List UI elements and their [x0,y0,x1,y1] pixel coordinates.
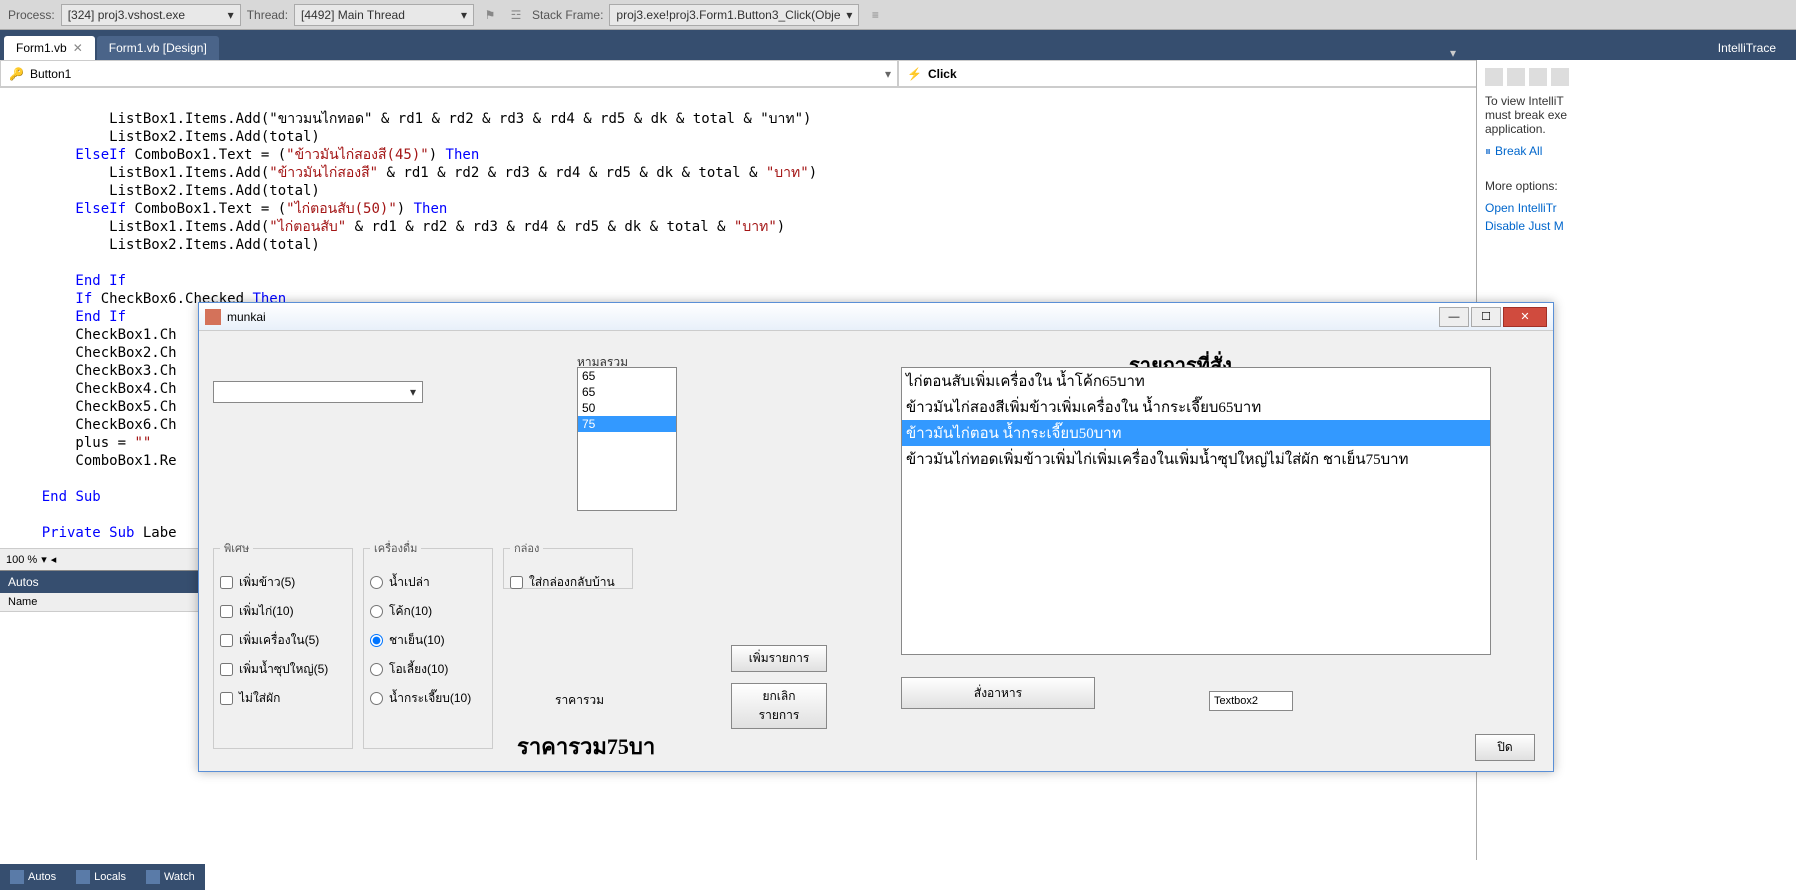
intellitrace-tab[interactable]: IntelliTrace [1708,36,1786,60]
tool-icon[interactable] [1551,68,1569,86]
tab-form1-design[interactable]: Form1.vb [Design] [97,36,219,60]
order-button[interactable]: สั่งอาหาร [901,677,1095,709]
tool-icon[interactable] [1507,68,1525,86]
textbox2[interactable] [1209,691,1293,711]
process-label: Process: [8,8,55,22]
price-label: ราคารวม [555,691,604,710]
minimize-button[interactable]: — [1439,307,1469,327]
autos-icon [10,870,24,884]
thread-combo[interactable]: [4492] Main Thread▾ [294,4,474,26]
cancel-item-button[interactable]: ยกเลิกรายการ [731,683,827,729]
debug-toolbar: Process: [324] proj3.vshost.exe▾ Thread:… [0,0,1796,30]
box-checkbox[interactable] [510,576,523,589]
break-all-link[interactable]: ⏸Break All [1485,144,1788,159]
app-title: munkai [227,310,1437,324]
chevron-down-icon: ▾ [404,385,422,399]
bolt-icon: ⚡ [907,67,922,81]
bottom-tab-watch[interactable]: Watch [136,866,205,888]
order-item[interactable]: ข้าวมันไก่ตอน น้ำกระเจี๊ยบ50บาท [902,420,1490,446]
tool-icon[interactable] [1485,68,1503,86]
class-dropdown[interactable]: 🔑 Button1 ▾ [0,60,898,87]
box-option-label: ใส่กล่องกลับบ้าน [529,573,615,592]
pause-icon: ⏸ [1485,144,1491,158]
tool-icon[interactable] [1529,68,1547,86]
special-label: เพิ่มน้ำซุปใหญ่(5) [239,660,328,679]
price-value: ราคารวม75บา [517,729,655,764]
drink-radio[interactable] [370,663,383,676]
open-intellitrace-link[interactable]: Open IntelliTr [1485,201,1788,215]
drink-legend: เครื่องดื่ม [370,539,421,557]
intellitrace-message: To view IntelliT must break exe applicat… [1485,94,1788,136]
drink-label: โอเลี้ยง(10) [389,660,448,679]
stack-nav-icon[interactable]: ≡ [865,5,885,25]
watch-icon [146,870,160,884]
app-titlebar[interactable]: munkai — ☐ ✕ [199,303,1553,331]
special-checkbox[interactable] [220,634,233,647]
special-checkbox[interactable] [220,692,233,705]
close-icon[interactable]: ✕ [73,41,83,55]
close-app-button[interactable]: ปิด [1475,734,1535,761]
drink-radio[interactable] [370,576,383,589]
special-label: เพิ่มเครื่องใน(5) [239,631,319,650]
totals-listbox[interactable]: 65655075 [577,367,677,511]
document-tab-strip: Form1.vb ✕ Form1.vb [Design] ▾ IntelliTr… [0,30,1796,60]
drink-radio[interactable] [370,692,383,705]
special-checkbox[interactable] [220,663,233,676]
stack-label: Stack Frame: [532,8,603,22]
special-label: เพิ่มไก่(10) [239,602,294,621]
order-item[interactable]: ข้าวมันไก่สองสีเพิ่มข้าวเพิ่มเครื่องใน น… [902,394,1490,420]
app-icon [205,309,221,325]
maximize-button[interactable]: ☐ [1471,307,1501,327]
running-app-window: munkai — ☐ ✕ ▾ หามลรวม 65655075 รายการที… [198,302,1554,772]
box-legend: กล่อง [510,539,543,557]
box-group: กล่อง ใส่กล่องกลับบ้าน [503,539,633,589]
special-legend: พิเศษ [220,539,253,557]
tab-form1-vb[interactable]: Form1.vb ✕ [4,36,95,60]
special-checkbox[interactable] [220,605,233,618]
thread-list-icon[interactable]: ☲ [506,5,526,25]
drink-label: โค้ก(10) [389,602,432,621]
drink-label: ชาเย็น(10) [389,631,445,650]
bottom-tab-locals[interactable]: Locals [66,866,136,888]
chevron-down-icon[interactable]: ▾ [41,553,47,566]
scroll-left-icon[interactable]: ◂ [51,553,57,566]
locals-icon [76,870,90,884]
order-item[interactable]: ไก่ตอนสับเพิ่มเครื่องใน น้ำโค้ก65บาท [902,368,1490,394]
chevron-down-icon[interactable]: ▾ [1450,46,1456,60]
process-combo[interactable]: [324] proj3.vshost.exe▾ [61,4,241,26]
total-item[interactable]: 75 [578,416,676,432]
special-label: ไม่ใส่ผัก [239,689,280,708]
thread-label: Thread: [247,8,288,22]
total-item[interactable]: 50 [578,400,676,416]
intellitrace-toolbar [1485,68,1788,86]
special-checkbox[interactable] [220,576,233,589]
total-item[interactable]: 65 [578,368,676,384]
add-item-button[interactable]: เพิ่มรายการ [731,645,827,672]
more-options-label: More options: [1485,179,1788,193]
bottom-tab-autos[interactable]: Autos [0,866,66,888]
special-group: พิเศษ เพิ่มข้าว(5) เพิ่มไก่(10) เพิ่มเครื่… [213,539,353,749]
chevron-down-icon: ▾ [885,67,891,81]
zoom-level[interactable]: 100 % [6,554,37,566]
app-body: ▾ หามลรวม 65655075 รายการที่สั่ง ไก่ตอนส… [199,331,1553,771]
drink-label: น้ำกระเจี๊ยบ(10) [389,689,471,708]
drink-label: น้ำเปล่า [389,573,430,592]
total-item[interactable]: 65 [578,384,676,400]
special-label: เพิ่มข้าว(5) [239,573,295,592]
order-item[interactable]: ข้าวมันไก่ทอดเพิ่มข้าวเพิ่มไก่เพิ่มเครื่… [902,446,1490,472]
drink-radio[interactable] [370,605,383,618]
close-button[interactable]: ✕ [1503,307,1547,327]
thread-flag-icon[interactable]: ⚑ [480,5,500,25]
key-icon: 🔑 [9,67,24,81]
bottom-tab-strip: Autos Locals Watch [0,864,205,890]
orders-listbox[interactable]: ไก่ตอนสับเพิ่มเครื่องใน น้ำโค้ก65บาทข้าว… [901,367,1491,655]
drink-radio[interactable] [370,634,383,647]
menu-combobox[interactable]: ▾ [213,381,423,403]
disable-just-my-code-link[interactable]: Disable Just M [1485,219,1788,233]
stackframe-combo[interactable]: proj3.exe!proj3.Form1.Button3_Click(Obje… [609,4,859,26]
drink-group: เครื่องดื่ม น้ำเปล่าโค้ก(10) ชาเย็น(10) โอ… [363,539,493,749]
